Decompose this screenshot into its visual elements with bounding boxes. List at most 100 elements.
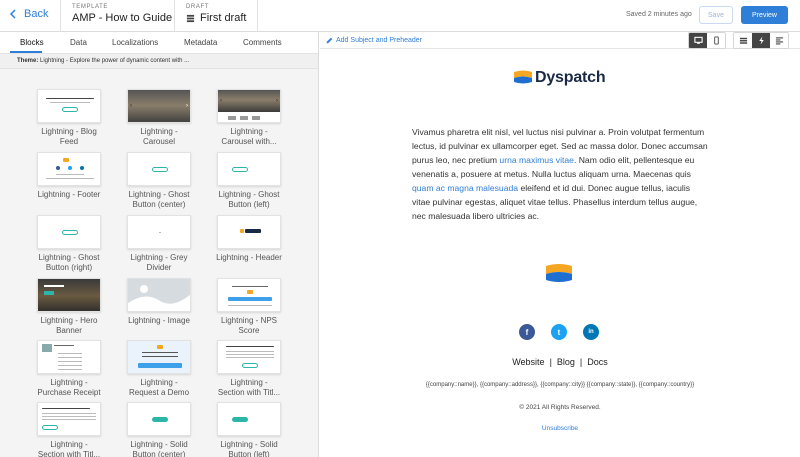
block-thumbnail[interactable]: ‹ › <box>127 89 191 123</box>
block-label: Lightning - Request a Demo <box>128 378 190 397</box>
text-icon <box>775 37 783 45</box>
block-ghost-button-left[interactable]: Lightning - Ghost Button (left) <box>216 152 282 210</box>
footer-link-website[interactable]: Website <box>512 357 544 367</box>
block-section-with-title-2[interactable]: Lightning - Section with Titl... <box>36 402 102 457</box>
block-thumbnail[interactable] <box>127 152 191 186</box>
preview-toolbar: Add Subject and Preheader <box>320 32 800 49</box>
mobile-view-button[interactable] <box>707 33 725 48</box>
block-header[interactable]: Lightning - Header <box>216 215 282 263</box>
unsubscribe-link[interactable]: Unsubscribe <box>320 425 800 432</box>
block-thumbnail[interactable] <box>127 215 191 249</box>
stack-icon <box>186 14 195 22</box>
block-nps-score[interactable]: Lightning - NPS Score <box>216 278 282 336</box>
block-thumbnail[interactable] <box>37 402 101 436</box>
list-icon <box>739 37 747 44</box>
block-ghost-button-right[interactable]: Lightning - Ghost Button (right) <box>36 215 102 273</box>
block-solid-button-left[interactable]: Lightning - Solid Button (left) <box>216 402 282 457</box>
top-bar: Back TEMPLATE AMP - How to Guide DRAFT F… <box>0 0 800 32</box>
block-label: Lightning - Section with Titl... <box>217 378 281 397</box>
pencil-icon <box>326 37 333 44</box>
desktop-icon <box>693 36 703 44</box>
tab-metadata[interactable]: Metadata <box>184 32 217 47</box>
back-button[interactable]: Back <box>8 8 48 20</box>
active-tab-indicator <box>10 51 42 53</box>
block-thumbnail[interactable] <box>37 89 101 123</box>
footer-link-docs[interactable]: Docs <box>587 357 608 367</box>
chevron-left-icon <box>9 9 16 19</box>
block-footer[interactable]: Lightning - Footer <box>36 152 102 200</box>
saved-status: Saved 2 minutes ago <box>626 11 692 18</box>
theme-text: Lightning - Explore the power of dynamic… <box>40 58 190 64</box>
save-button[interactable]: Save <box>699 6 733 24</box>
block-label: Lightning - Footer <box>37 190 101 199</box>
block-blog-feed[interactable]: Lightning - Blog Feed <box>36 89 102 147</box>
block-solid-button-center[interactable]: Lightning - Solid Button (center) <box>126 402 192 457</box>
footer-separator: | <box>549 357 552 367</box>
block-thumbnail[interactable] <box>217 402 281 436</box>
block-label: Lightning - Carousel with... <box>221 127 277 146</box>
block-carousel-with[interactable]: ‹ › Lightning - Carousel with... <box>216 89 282 147</box>
block-label: Lightning - Ghost Button (right) <box>38 253 100 272</box>
mobile-icon <box>713 36 719 45</box>
preview-button[interactable]: Preview <box>741 6 788 24</box>
block-thumbnail[interactable]: ‹ › <box>217 89 281 123</box>
copyright-text: © 2021 All Rights Reserved. <box>519 404 601 411</box>
tab-data[interactable]: Data <box>70 32 87 47</box>
layout-view-button[interactable] <box>734 33 752 48</box>
block-grey-divider[interactable]: Lightning - Grey Divider <box>126 215 192 273</box>
block-thumbnail[interactable] <box>217 215 281 249</box>
dynamic-view-button[interactable] <box>752 33 770 48</box>
draft-info[interactable]: DRAFT First draft <box>186 4 246 24</box>
block-thumbnail[interactable] <box>127 340 191 374</box>
tab-comments[interactable]: Comments <box>243 32 282 47</box>
bolt-icon <box>758 36 764 45</box>
mode-toggle <box>733 32 789 49</box>
block-thumbnail[interactable] <box>217 340 281 374</box>
block-label: Lightning - NPS Score <box>220 316 278 335</box>
body-link-1[interactable]: urna maximus vitae <box>499 155 574 165</box>
block-request-demo[interactable]: Lightning - Request a Demo <box>126 340 192 398</box>
template-info[interactable]: TEMPLATE AMP - How to Guide <box>72 4 172 24</box>
add-subject-link[interactable]: Add Subject and Preheader <box>326 37 422 44</box>
block-label: Lightning - Image <box>128 316 190 325</box>
text-view-button[interactable] <box>770 33 788 48</box>
facebook-icon[interactable]: f <box>519 324 535 340</box>
block-thumbnail[interactable] <box>37 278 101 312</box>
block-hero-banner[interactable]: Lightning - Hero Banner <box>36 278 102 336</box>
tab-blocks[interactable]: Blocks <box>20 32 44 47</box>
block-thumbnail[interactable] <box>217 278 281 312</box>
twitter-icon[interactable]: t <box>551 324 567 340</box>
tab-localizations[interactable]: Localizations <box>112 32 158 47</box>
template-name: AMP - How to Guide <box>72 12 173 24</box>
block-thumbnail[interactable] <box>127 278 191 312</box>
block-thumbnail[interactable] <box>217 152 281 186</box>
linkedin-icon[interactable]: in <box>583 324 599 340</box>
desktop-view-button[interactable] <box>689 33 707 48</box>
block-label: Lightning - Solid Button (left) <box>220 440 278 457</box>
block-section-with-title-1[interactable]: Lightning - Section with Titl... <box>216 340 282 398</box>
blocks-panel: Blocks Data Localizations Metadata Comme… <box>0 32 319 457</box>
footer-logo-icon <box>545 263 573 290</box>
block-carousel[interactable]: ‹ › Lightning - Carousel <box>126 89 192 147</box>
theme-label: Theme: <box>17 58 39 64</box>
divider <box>60 0 61 32</box>
block-label: Lightning - Blog Feed <box>41 127 97 146</box>
device-toggle <box>688 32 726 49</box>
block-thumbnail[interactable] <box>37 152 101 186</box>
block-label: Lightning - Grey Divider <box>130 253 188 272</box>
block-thumbnail[interactable] <box>127 402 191 436</box>
brand-logo: Dyspatch <box>513 69 606 87</box>
footer-link-blog[interactable]: Blog <box>557 357 575 367</box>
body-link-2[interactable]: quam ac magna malesuada <box>412 183 518 193</box>
block-purchase-receipt[interactable]: Lightning - Purchase Receipt <box>36 340 102 398</box>
block-thumbnail[interactable] <box>37 215 101 249</box>
block-ghost-button-center[interactable]: Lightning - Ghost Button (center) <box>126 152 192 210</box>
divider <box>257 0 258 32</box>
add-subject-label: Add Subject and Preheader <box>336 37 423 44</box>
divider <box>174 0 175 32</box>
draft-caption: DRAFT <box>186 4 209 10</box>
block-thumbnail[interactable] <box>37 340 101 374</box>
block-label: Lightning - Header <box>216 253 282 262</box>
block-image[interactable]: Lightning - Image <box>126 278 192 326</box>
theme-bar: Theme: Lightning - Explore the power of … <box>0 54 318 69</box>
